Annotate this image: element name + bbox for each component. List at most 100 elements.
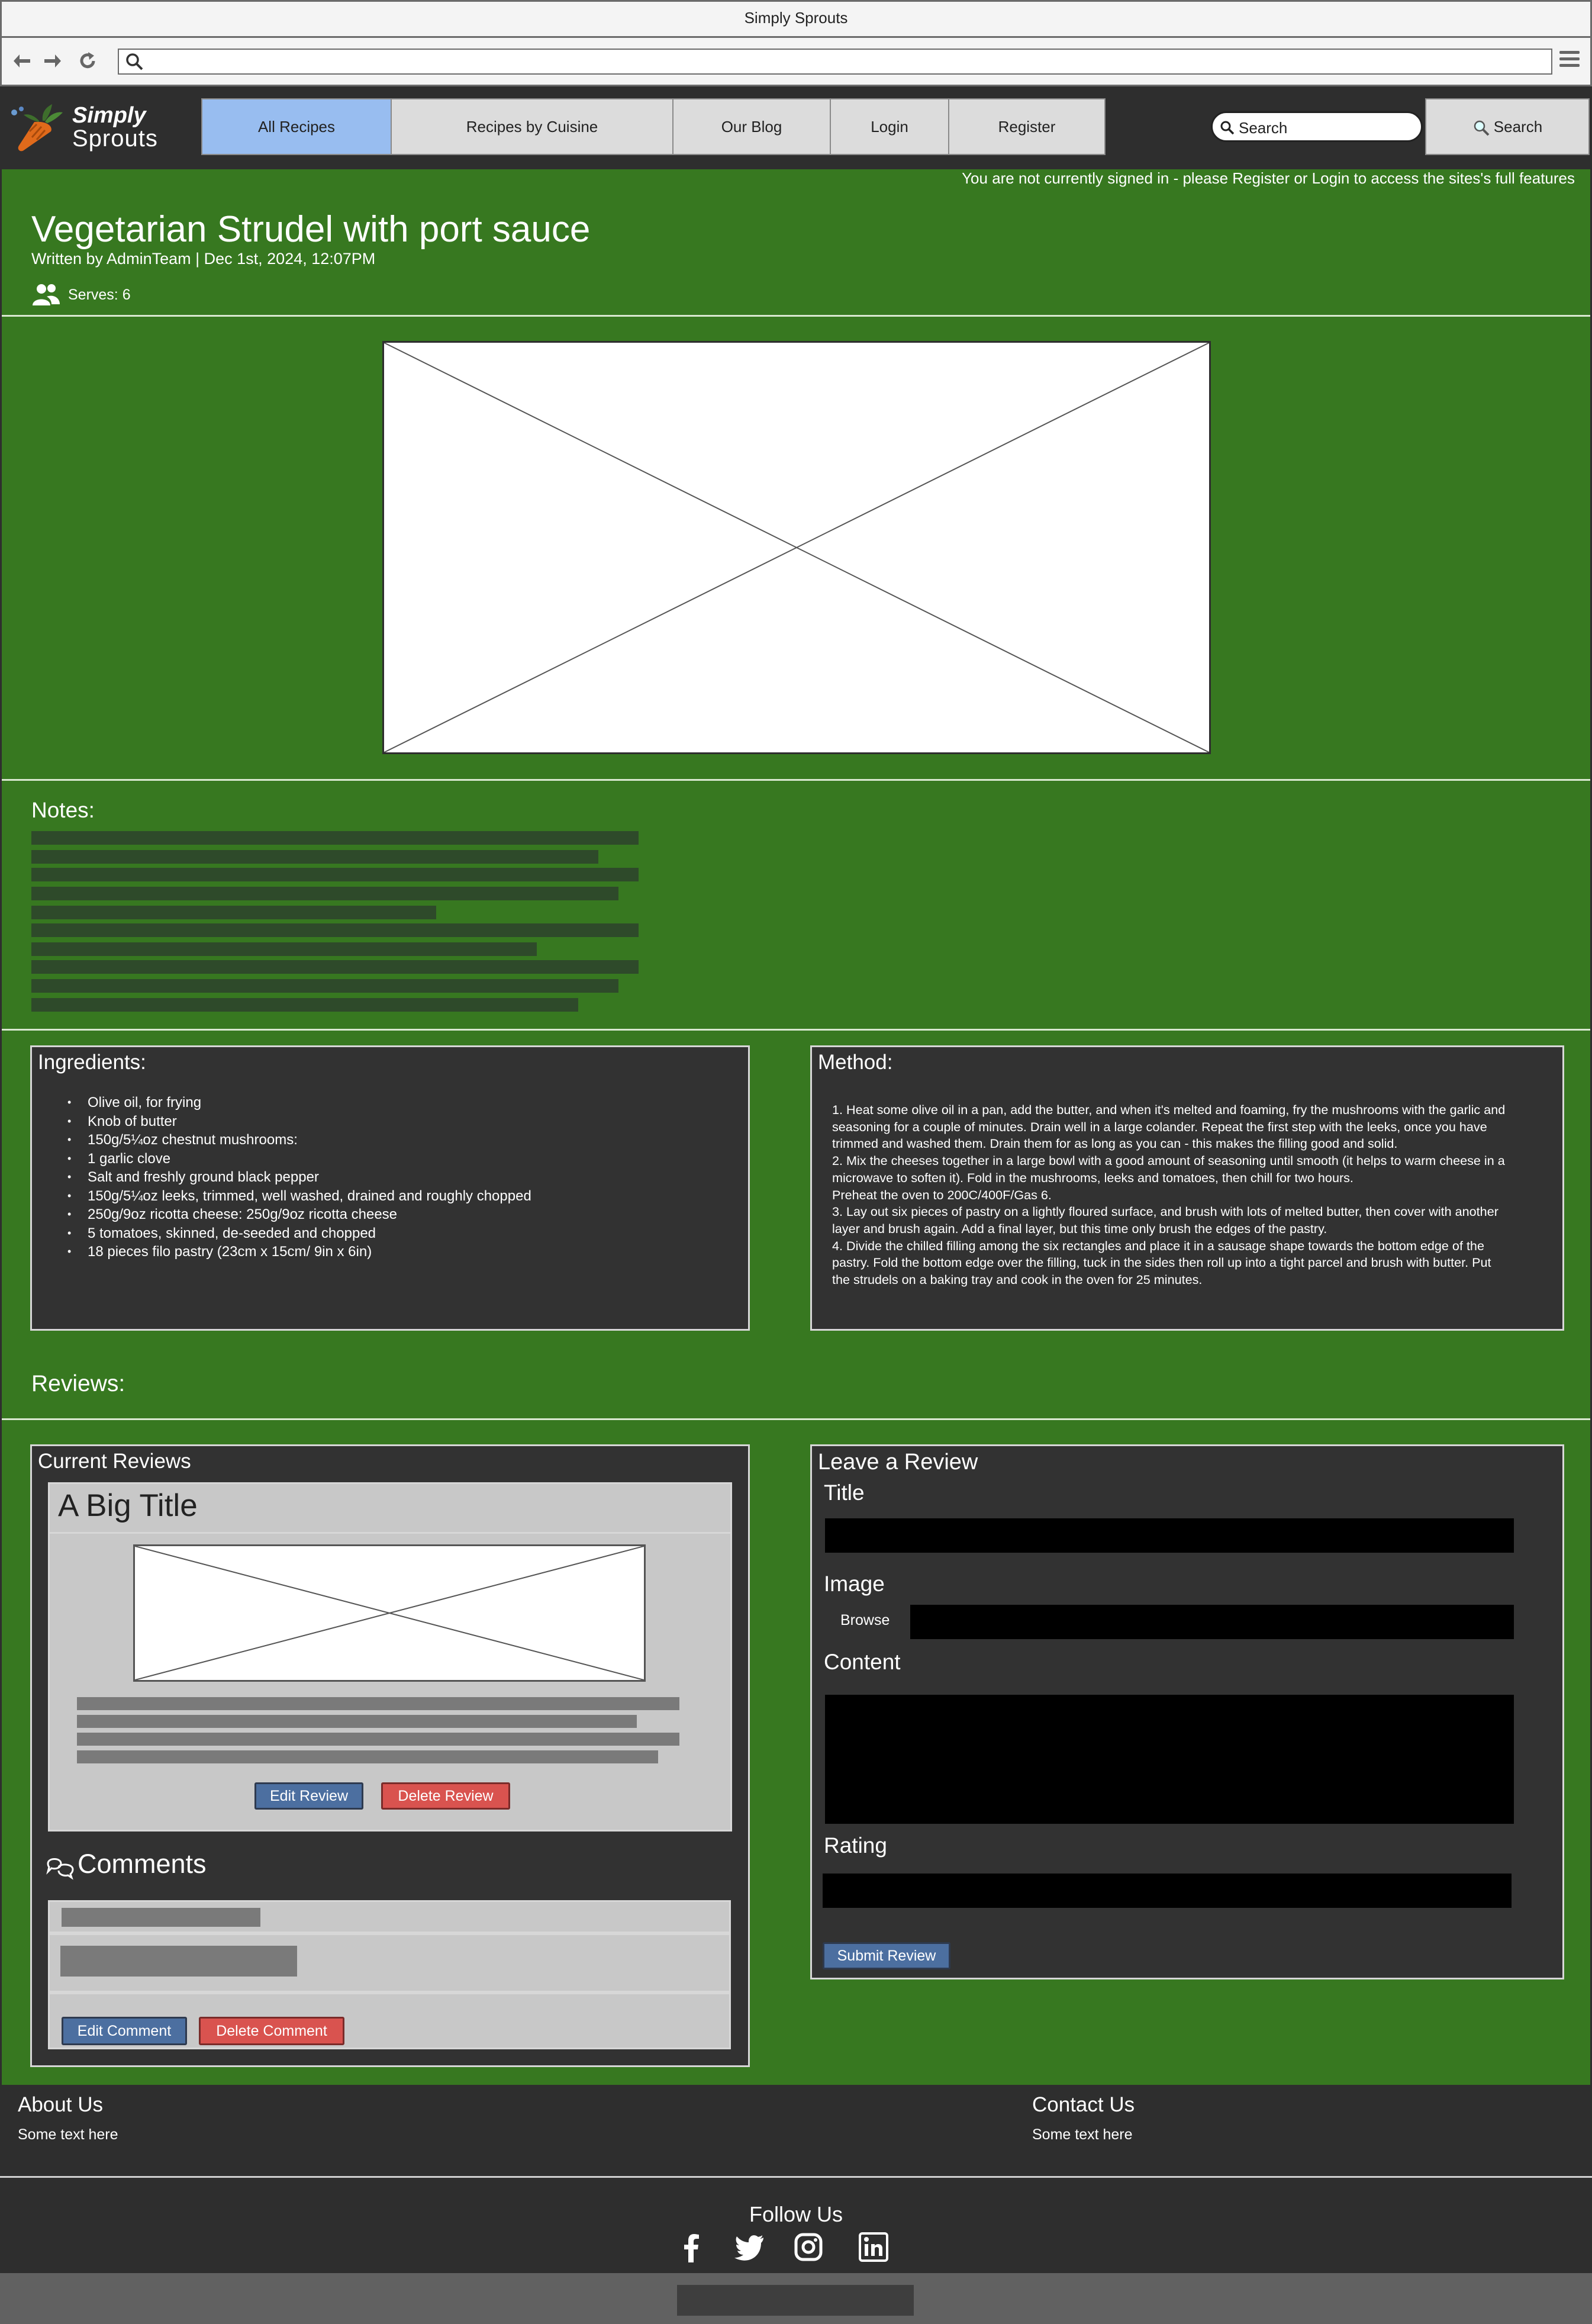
twitter-icon[interactable] [734, 2232, 765, 2262]
review-card-header: A Big Title [48, 1482, 732, 1534]
review-card-body: Edit Review Delete Review [48, 1532, 732, 1831]
about-heading: About Us [18, 2093, 103, 2116]
notes-text-line [31, 979, 618, 993]
site-logo[interactable]: Simply Sprouts [6, 101, 189, 154]
follow-heading: Follow Us [749, 2202, 843, 2226]
image-label: Image [824, 1572, 885, 1596]
about-text: Some text here [18, 2126, 118, 2143]
current-reviews-heading: Current Reviews [38, 1450, 191, 1473]
nav-tab-all-recipes[interactable]: All Recipes [201, 98, 392, 155]
notes-text-line [31, 906, 436, 919]
leave-review-heading: Leave a Review [818, 1450, 978, 1475]
recipe-page: You are not currently signed in - please… [0, 169, 1592, 2085]
footer-divider [0, 2176, 1592, 2178]
contact-text: Some text here [1032, 2126, 1133, 2143]
edit-comment-button[interactable]: Edit Comment [62, 2017, 187, 2045]
review-title-input[interactable] [825, 1518, 1514, 1553]
notes-text-line [31, 850, 598, 864]
footer-bottom-bar [0, 2273, 1592, 2324]
site-footer: About Us Some text here Contact Us Some … [0, 2085, 1592, 2324]
contact-heading: Contact Us [1032, 2093, 1135, 2116]
notes-text-line [31, 831, 639, 845]
ingredient-item: 18 pieces filo pastry (23cm x 15cm/ 9in … [67, 1243, 531, 1261]
back-arrow-icon[interactable] [12, 51, 33, 75]
comment-author-placeholder [62, 1908, 260, 1927]
nav-tab-recipes-by-cuisine[interactable]: Recipes by Cuisine [391, 98, 673, 155]
site-header: Simply Sprouts All Recipes Recipes by Cu… [0, 86, 1592, 169]
nav-tab-our-blog[interactable]: Our Blog [672, 98, 831, 155]
divider [2, 779, 1590, 781]
forward-arrow-icon[interactable] [42, 51, 62, 75]
address-bar[interactable] [118, 49, 1552, 75]
delete-review-button[interactable]: Delete Review [381, 1782, 510, 1810]
browser-title-bar: Simply Sprouts [0, 0, 1592, 38]
comments-icon [46, 1858, 74, 1880]
nav-tab-login[interactable]: Login [830, 98, 949, 155]
ingredient-item: 150g/5¼oz leeks, trimmed, well washed, d… [67, 1187, 531, 1206]
comment-actions: Edit Comment Delete Comment [48, 1993, 731, 2049]
search-placeholder: Search [1239, 119, 1288, 137]
copyright-placeholder [677, 2285, 914, 2316]
method-step: Preheat the oven to 200C/400F/Gas 6. [832, 1187, 1052, 1202]
ingredients-panel: Ingredients: Olive oil, for frying Knob … [30, 1045, 750, 1331]
facebook-icon[interactable] [676, 2232, 707, 2262]
comments-heading: Comments [78, 1849, 207, 1879]
ingredient-item: Knob of butter [67, 1112, 531, 1131]
comment-item [48, 1933, 731, 1993]
hamburger-menu-icon[interactable] [1559, 51, 1580, 71]
search-icon [1220, 121, 1235, 135]
notes-text-line [31, 868, 639, 881]
notes-heading: Notes: [31, 798, 95, 822]
ingredient-item: 5 tomatoes, skinned, de-seeded and chopp… [67, 1224, 531, 1243]
search-button-label: Search [1493, 118, 1543, 136]
review-title: A Big Title [58, 1488, 198, 1523]
notes-text-line [31, 887, 618, 900]
reviews-heading: Reviews: [31, 1371, 125, 1396]
method-heading: Method: [818, 1051, 893, 1074]
serves-label: Serves: 6 [68, 287, 131, 303]
method-panel: Method: 1. Heat some olive oil in a pan,… [810, 1045, 1564, 1331]
recipe-title: Vegetarian Strudel with port sauce [31, 209, 591, 250]
review-rating-input[interactable] [823, 1874, 1512, 1908]
search-button[interactable]: Search [1425, 98, 1590, 155]
nav-tab-register[interactable]: Register [948, 98, 1106, 155]
site-search-input[interactable]: Search [1211, 111, 1423, 142]
review-text-line [77, 1733, 679, 1746]
logo-text-sprouts: Sprouts [72, 125, 158, 152]
review-image-placeholder [133, 1544, 646, 1682]
edit-review-button[interactable]: Edit Review [254, 1782, 363, 1810]
ingredient-item: Olive oil, for frying [67, 1093, 531, 1112]
comment-text-placeholder [60, 1946, 297, 1977]
leave-review-panel: Leave a Review Title Image Browse Conten… [810, 1444, 1564, 1979]
people-icon [33, 284, 60, 305]
magnifier-icon [1474, 120, 1490, 136]
browser-toolbar [0, 38, 1592, 86]
comment-item [48, 1900, 731, 1933]
carrot-logo-icon [11, 104, 63, 152]
window-title: Simply Sprouts [744, 9, 848, 27]
notes-text-line [31, 942, 537, 956]
ingredients-list: Olive oil, for frying Knob of butter 150… [67, 1093, 531, 1261]
delete-comment-button[interactable]: Delete Comment [199, 2017, 344, 2045]
search-icon [125, 52, 144, 74]
browse-button[interactable]: Browse [840, 1612, 890, 1629]
ingredient-item: 150g/5¼oz chestnut mushrooms: [67, 1131, 531, 1150]
linkedin-icon[interactable] [858, 2232, 889, 2262]
review-content-textarea[interactable] [825, 1695, 1514, 1824]
reload-icon[interactable] [78, 51, 98, 75]
signin-notice: You are not currently signed in - please… [962, 169, 1575, 187]
notes-text-line [31, 923, 639, 937]
content-label: Content [824, 1650, 901, 1674]
review-image-input[interactable] [910, 1605, 1514, 1639]
method-step: 2. Mix the cheeses together in a large b… [832, 1153, 1505, 1185]
method-step: 1. Heat some olive oil in a pan, add the… [832, 1102, 1506, 1151]
instagram-icon[interactable] [793, 2232, 824, 2262]
review-text-line [77, 1750, 658, 1763]
submit-review-button[interactable]: Submit Review [823, 1942, 950, 1969]
notes-text-line [31, 998, 578, 1012]
review-text-line [77, 1697, 679, 1710]
method-step: 3. Lay out six pieces of pastry on a lig… [832, 1204, 1498, 1236]
notes-text-line [31, 960, 639, 974]
method-steps: 1. Heat some olive oil in a pan, add the… [832, 1102, 1507, 1289]
ingredient-item: Salt and freshly ground black pepper [67, 1168, 531, 1187]
